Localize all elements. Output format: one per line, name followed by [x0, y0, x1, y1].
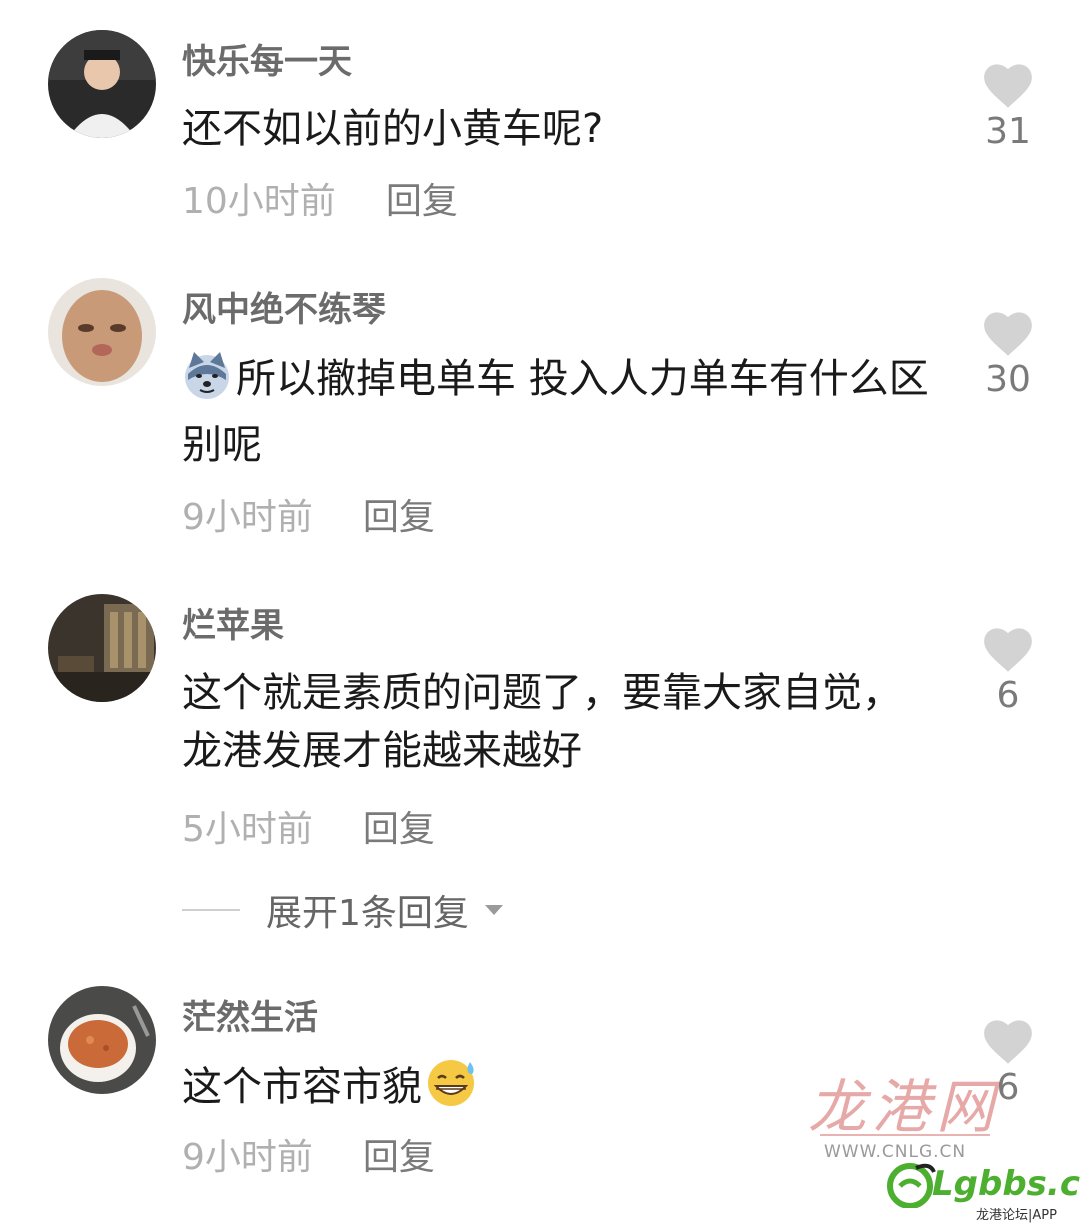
reply-button[interactable]: 回复 — [363, 497, 435, 538]
reply-button[interactable]: 回复 — [386, 181, 458, 222]
avatar-photo — [48, 986, 156, 1094]
heart-icon — [984, 1020, 1032, 1064]
like-count: 30 — [985, 359, 1031, 400]
watermark-logo-text: 龙港网 — [808, 1073, 1001, 1141]
timestamp: 9小时前 — [182, 1137, 313, 1178]
avatar[interactable] — [48, 278, 156, 386]
watermark-underline — [820, 1134, 990, 1136]
reply-button[interactable]: 回复 — [363, 809, 435, 850]
avatar-photo — [48, 278, 156, 386]
like-count: 6 — [996, 675, 1020, 716]
like-button[interactable]: 31 — [968, 60, 1048, 154]
brand-name: Lgbbs.cn — [932, 1164, 1080, 1204]
watermark-url: WWW.CNLG.CN — [824, 1142, 967, 1162]
comment-text: 所以撤掉电单车 投入人力单车有什么区别呢 — [182, 350, 942, 474]
doge-emoji — [182, 350, 232, 416]
sweat-grin-emoji — [424, 1056, 480, 1124]
like-button[interactable]: 30 — [968, 308, 1048, 402]
username[interactable]: 茫然生活 — [182, 996, 318, 1040]
avatar[interactable] — [48, 986, 156, 1094]
timestamp: 10小时前 — [182, 181, 336, 222]
like-button[interactable]: 6 — [968, 624, 1048, 718]
avatar[interactable] — [48, 594, 156, 702]
expand-replies-button[interactable]: 展开1条回复 — [182, 888, 505, 934]
reply-button[interactable]: 回复 — [363, 1137, 435, 1178]
heart-icon — [984, 628, 1032, 672]
brand-subtitle: 龙港论坛|APP — [976, 1208, 1057, 1223]
username[interactable]: 快乐每一天 — [182, 40, 352, 84]
caret-down-icon — [484, 905, 503, 915]
timestamp: 9小时前 — [182, 497, 313, 538]
comment-text-body: 这个市容市貌 — [182, 1064, 422, 1110]
avatar-photo — [48, 594, 156, 702]
expand-replies-label: 展开1条回复 — [266, 893, 469, 934]
avatar[interactable] — [48, 30, 156, 138]
comment-text-body: 所以撤掉电单车 投入人力单车有什么区别呢 — [182, 356, 929, 468]
brand-logo-icon — [887, 1163, 936, 1208]
watermark: 龙港网 WWW.CNLG.CN Lgbbs.cn 龙港论坛|APP — [800, 1060, 1080, 1223]
heart-icon — [984, 312, 1032, 356]
like-count: 31 — [985, 111, 1031, 152]
username[interactable]: 风中绝不练琴 — [182, 288, 386, 332]
comment-text: 还不如以前的小黄车呢? — [182, 106, 604, 152]
username[interactable]: 烂苹果 — [182, 604, 284, 648]
divider-line — [182, 909, 240, 911]
comment-text: 这个就是素质的问题了，要靠大家自觉，龙港发展才能越来越好 — [182, 670, 902, 774]
avatar-photo — [48, 30, 156, 138]
heart-icon — [984, 64, 1032, 108]
timestamp: 5小时前 — [182, 809, 313, 850]
